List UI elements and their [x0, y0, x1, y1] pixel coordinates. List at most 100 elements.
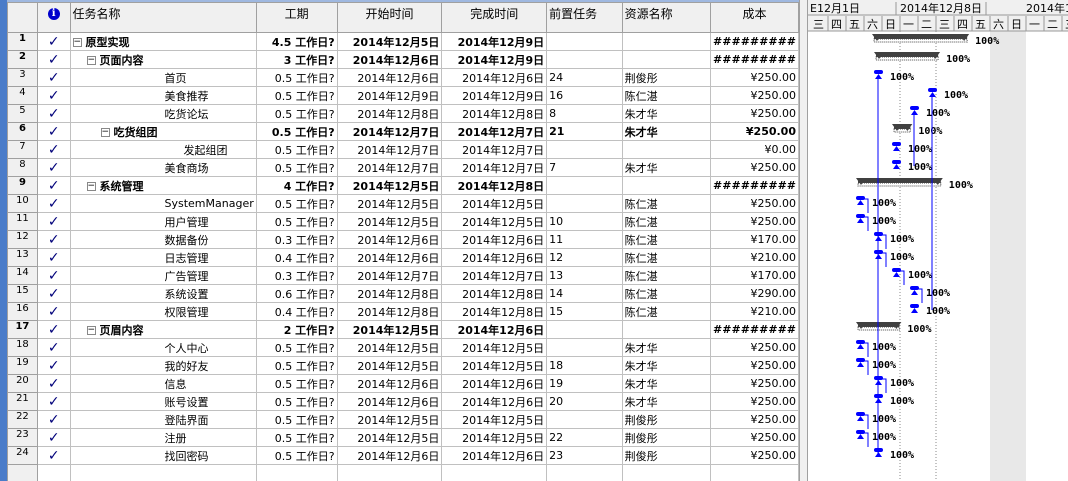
finish-cell[interactable]: 2014年12月9日 — [441, 32, 548, 51]
row-number[interactable]: 20 — [7, 374, 38, 393]
predecessors-cell[interactable]: 10 — [546, 212, 623, 231]
resource-cell[interactable]: 荆俊彤 — [621, 68, 711, 87]
start-cell[interactable]: 2014年12月5日 — [336, 176, 443, 195]
cost-cell[interactable]: ######### — [709, 32, 799, 51]
empty-row[interactable] — [7, 464, 799, 481]
row-number[interactable]: 13 — [7, 248, 38, 267]
header-indicators[interactable]: i — [36, 2, 71, 33]
task-name-cell[interactable]: 广告管理 — [69, 266, 257, 285]
cost-cell[interactable]: ¥170.00 — [709, 266, 799, 285]
start-cell[interactable]: 2014年12月5日 — [336, 338, 443, 357]
start-cell[interactable]: 2014年12月8日 — [336, 104, 443, 123]
duration-cell[interactable]: 0.5 工作日? — [255, 374, 338, 393]
predecessors-cell[interactable]: 21 — [546, 122, 623, 141]
row-number[interactable]: 7 — [7, 140, 38, 159]
finish-cell[interactable]: 2014年12月9日 — [441, 50, 548, 69]
header-duration[interactable]: 工期 — [255, 2, 338, 33]
task-name-cell[interactable]: SystemManager — [69, 194, 257, 213]
cost-cell[interactable]: ¥170.00 — [709, 230, 799, 249]
cost-cell[interactable]: ¥250.00 — [709, 212, 799, 231]
resource-cell[interactable]: 陈仁湛 — [621, 302, 711, 321]
cost-cell[interactable]: ¥290.00 — [709, 284, 799, 303]
cost-cell[interactable]: ¥250.00 — [709, 374, 799, 393]
task-name-cell[interactable]: 日志管理 — [69, 248, 257, 267]
duration-cell[interactable]: 0.5 工作日? — [255, 140, 338, 159]
task-name-cell[interactable]: − 吃货组团 — [69, 122, 257, 141]
table-row[interactable]: 2 ✓ − 页面内容 3 工作日? 2014年12月6日 2014年12月9日 #######… — [7, 50, 799, 69]
collapse-icon[interactable]: − — [72, 38, 82, 47]
duration-cell[interactable]: 3 工作日? — [255, 50, 338, 69]
predecessors-cell[interactable] — [546, 50, 623, 69]
table-row[interactable]: 14 ✓ 广告管理 0.3 工作日? 2014年12月7日 2014年12月7日 13 陈仁湛… — [7, 266, 799, 285]
predecessors-cell[interactable]: 19 — [546, 374, 623, 393]
finish-cell[interactable]: 2014年12月7日 — [441, 140, 548, 159]
table-row[interactable]: 4 ✓ 美食推荐 0.5 工作日? 2014年12月9日 2014年12月9日 16 陈仁湛 ¥… — [7, 86, 799, 105]
finish-cell[interactable]: 2014年12月5日 — [441, 338, 548, 357]
duration-cell[interactable]: 0.5 工作日? — [255, 122, 338, 141]
resource-cell[interactable]: 朱才华 — [621, 338, 711, 357]
finish-cell[interactable]: 2014年12月5日 — [441, 410, 548, 429]
cost-cell[interactable]: ¥250.00 — [709, 68, 799, 87]
cost-cell[interactable]: ¥250.00 — [709, 428, 799, 447]
duration-cell[interactable]: 0.5 工作日? — [255, 338, 338, 357]
start-cell[interactable]: 2014年12月8日 — [336, 302, 443, 321]
task-name-cell[interactable]: 发起组团 — [69, 140, 257, 159]
table-row[interactable]: 16 ✓ 权限管理 0.4 工作日? 2014年12月8日 2014年12月8日 15 陈仁湛… — [7, 302, 799, 321]
predecessors-cell[interactable]: 20 — [546, 392, 623, 411]
row-number[interactable]: 3 — [7, 68, 38, 87]
finish-cell[interactable]: 2014年12月6日 — [441, 68, 548, 87]
start-cell[interactable]: 2014年12月5日 — [336, 410, 443, 429]
start-cell[interactable]: 2014年12月5日 — [336, 356, 443, 375]
table-row[interactable]: 6 ✓ − 吃货组团 0.5 工作日? 2014年12月7日 2014年12月7日 21 朱才华… — [7, 122, 799, 141]
task-name-cell[interactable]: − 页眉内容 — [69, 320, 257, 339]
predecessors-cell[interactable]: 24 — [546, 68, 623, 87]
cost-cell[interactable]: ¥250.00 — [709, 194, 799, 213]
task-name-cell[interactable]: 登陆界面 — [69, 410, 257, 429]
finish-cell[interactable]: 2014年12月8日 — [441, 176, 548, 195]
header-cost[interactable]: 成本 — [709, 2, 799, 33]
row-number[interactable]: 6 — [7, 122, 38, 141]
finish-cell[interactable]: 2014年12月6日 — [441, 374, 548, 393]
row-number[interactable]: 24 — [7, 446, 38, 465]
finish-cell[interactable]: 2014年12月6日 — [441, 392, 548, 411]
header-task-name[interactable]: 任务名称 — [69, 2, 257, 33]
start-cell[interactable]: 2014年12月6日 — [336, 374, 443, 393]
task-name-cell[interactable]: − 系统管理 — [69, 176, 257, 195]
table-row[interactable]: 3 ✓ 首页 0.5 工作日? 2014年12月6日 2014年12月6日 24 荆俊彤 ¥25… — [7, 68, 799, 87]
start-cell[interactable]: 2014年12月7日 — [336, 266, 443, 285]
finish-cell[interactable]: 2014年12月9日 — [441, 86, 548, 105]
task-name-cell[interactable]: 用户管理 — [69, 212, 257, 231]
task-name-cell[interactable]: 系统设置 — [69, 284, 257, 303]
resource-cell[interactable]: 陈仁湛 — [621, 266, 711, 285]
cost-cell[interactable]: ######### — [709, 320, 799, 339]
cost-cell[interactable]: ¥250.00 — [709, 446, 799, 465]
table-row[interactable]: 19 ✓ 我的好友 0.5 工作日? 2014年12月5日 2014年12月5日 18 朱才华… — [7, 356, 799, 375]
cost-cell[interactable]: ¥250.00 — [709, 122, 799, 141]
cost-cell[interactable]: ¥250.00 — [709, 86, 799, 105]
resource-cell[interactable]: 朱才华 — [621, 356, 711, 375]
collapse-icon[interactable]: − — [100, 128, 110, 137]
resource-cell[interactable]: 朱才华 — [621, 374, 711, 393]
predecessors-cell[interactable] — [546, 410, 623, 429]
row-number[interactable]: 19 — [7, 356, 38, 375]
table-row[interactable]: 1 ✓ − 原型实现 4.5 工作日? 2014年12月5日 2014年12月9日 #####… — [7, 32, 799, 51]
duration-cell[interactable]: 0.5 工作日? — [255, 428, 338, 447]
predecessors-cell[interactable]: 23 — [546, 446, 623, 465]
predecessors-cell[interactable]: 12 — [546, 248, 623, 267]
resource-cell[interactable]: 陈仁湛 — [621, 194, 711, 213]
duration-cell[interactable]: 0.5 工作日? — [255, 104, 338, 123]
table-row[interactable]: 21 ✓ 账号设置 0.5 工作日? 2014年12月6日 2014年12月6日 20 朱才华… — [7, 392, 799, 411]
duration-cell[interactable]: 0.5 工作日? — [255, 86, 338, 105]
finish-cell[interactable]: 2014年12月5日 — [441, 356, 548, 375]
start-cell[interactable]: 2014年12月6日 — [336, 248, 443, 267]
cost-cell[interactable]: ¥210.00 — [709, 302, 799, 321]
start-cell[interactable]: 2014年12月5日 — [336, 32, 443, 51]
row-number[interactable]: 15 — [7, 284, 38, 303]
row-number[interactable]: 21 — [7, 392, 38, 411]
table-row[interactable]: 17 ✓ − 页眉内容 2 工作日? 2014年12月5日 2014年12月6日 ######… — [7, 320, 799, 339]
table-row[interactable]: 11 ✓ 用户管理 0.5 工作日? 2014年12月5日 2014年12月5日 10 陈仁湛… — [7, 212, 799, 231]
table-row[interactable]: 9 ✓ − 系统管理 4 工作日? 2014年12月5日 2014年12月8日 #######… — [7, 176, 799, 195]
task-name-cell[interactable]: 数据备份 — [69, 230, 257, 249]
duration-cell[interactable]: 0.5 工作日? — [255, 446, 338, 465]
start-cell[interactable]: 2014年12月5日 — [336, 194, 443, 213]
